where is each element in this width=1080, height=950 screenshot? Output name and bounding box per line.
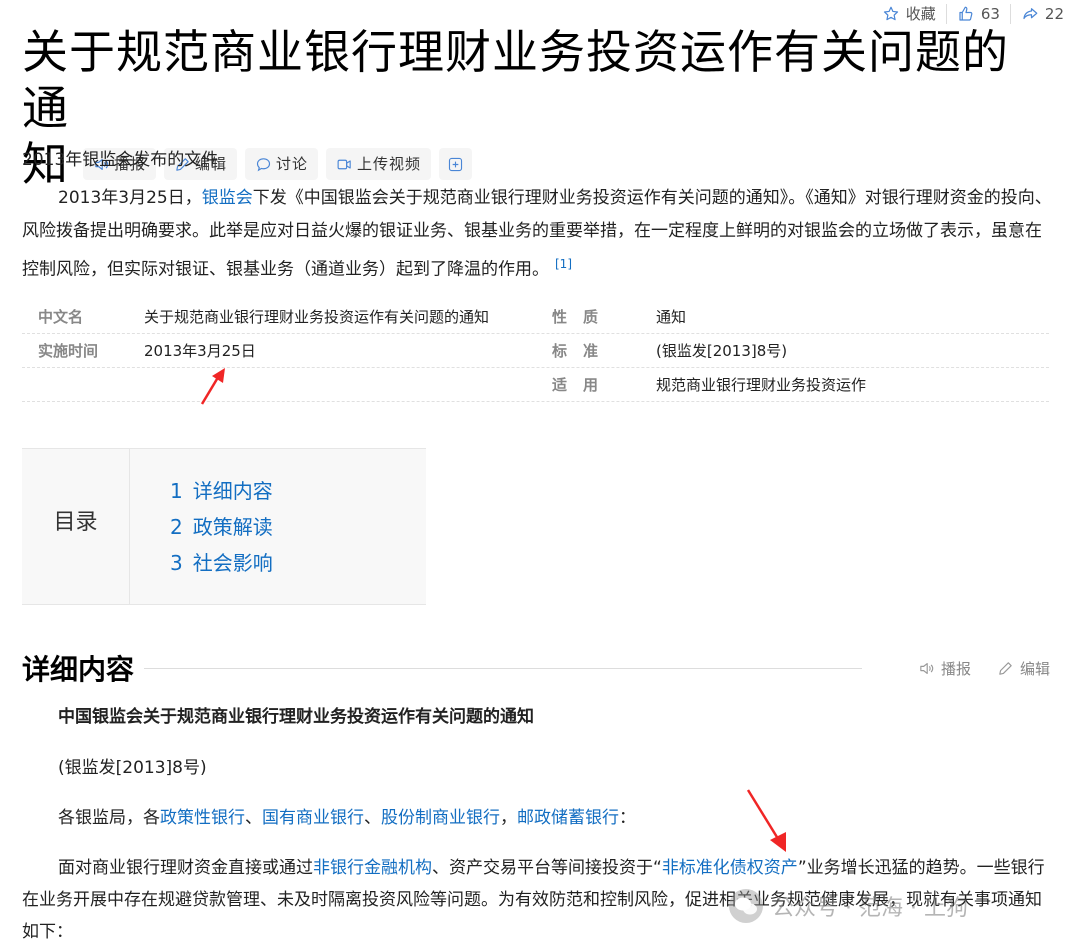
like-button[interactable]: 63 [947, 5, 1010, 23]
link-policy-banks[interactable]: 政策性银行 [160, 808, 245, 828]
summary-text-1: 2013年3月25日， [58, 188, 202, 208]
toc-item-number: 2 [170, 515, 183, 539]
toc-title: 目录 [22, 449, 130, 604]
info-row: 实施时间 2013年3月25日 标准 (银监发[2013]8号) [22, 334, 1049, 368]
top-actions: 收藏 63 22 [872, 3, 1074, 24]
link-cbrc[interactable]: 银监会 [202, 188, 253, 208]
pencil-icon [999, 661, 1012, 675]
video-camera-icon [337, 159, 351, 169]
speaker-icon [920, 662, 934, 674]
info-value: 关于规范商业银行理财业务投资运作有关问题的通知 [144, 308, 490, 326]
summary-paragraph: 2013年3月25日，银监会下发《中国银监会关于规范商业银行理财业务投资运作有关… [22, 182, 1052, 287]
watermark-text: 公众号 · 范海 · 上狗 [772, 896, 968, 921]
link-non-bank-financial-institutions[interactable]: 非银行金融机构 [313, 858, 432, 878]
info-key: 实施时间 [38, 342, 99, 360]
info-key: 中文名 [38, 308, 84, 326]
upload-video-button[interactable]: 上传视频 [326, 148, 432, 180]
page-title-line1: 关于规范商业银行理财业务投资运作有关问题的通 [22, 25, 1009, 135]
thumbs-up-icon [959, 6, 973, 21]
info-value: 规范商业银行理财业务投资运作 [656, 376, 867, 394]
info-table: 中文名 关于规范商业银行理财业务投资运作有关问题的通知 性质 通知 实施时间 2… [22, 300, 1049, 402]
info-row: 中文名 关于规范商业银行理财业务投资运作有关问题的通知 性质 通知 [22, 300, 1049, 334]
link-joint-stock-banks[interactable]: 股份制商业银行 [381, 808, 500, 828]
reference-link[interactable]: [1] [555, 257, 572, 271]
toc-item[interactable]: 2 政策解读 [170, 509, 273, 545]
subtitle: 2013年银监会发布的文件 [22, 150, 219, 170]
toc-item[interactable]: 1 详细内容 [170, 473, 273, 509]
section-title: 详细内容 [22, 653, 135, 686]
share-icon [1023, 7, 1038, 19]
info-key: 性质 [552, 308, 615, 326]
annotation-arrow [200, 368, 225, 405]
separator: ： [619, 808, 636, 828]
info-value: 2013年3月25日 [144, 342, 256, 360]
body-text-2: 、资产交易平台等间接投资于“ [432, 858, 662, 878]
section-edit-label: 编辑 [1019, 659, 1050, 678]
annotation-arrow [746, 789, 786, 852]
link-postal-savings-bank[interactable]: 邮政储蓄银行 [517, 808, 619, 828]
share-button[interactable]: 22 [1011, 5, 1074, 23]
toc-item-label: 详细内容 [192, 479, 273, 503]
table-of-contents: 目录 1 详细内容 2 政策解读 3 社会影响 [22, 448, 426, 605]
favorite-button[interactable]: 收藏 [872, 3, 946, 24]
link-state-owned-banks[interactable]: 国有商业银行 [262, 808, 364, 828]
document-title: 中国银监会关于规范商业银行理财业务投资运作有关问题的通知 [58, 707, 534, 727]
toc-list: 1 详细内容 2 政策解读 3 社会影响 [130, 449, 273, 604]
like-count: 63 [980, 4, 1000, 23]
recipients-paragraph: 各银监局，各政策性银行、国有商业银行、股份制商业银行，邮政储蓄银行： [22, 802, 1052, 834]
recipients-prefix: 各银监局，各 [58, 808, 160, 828]
link-non-standard-debt-assets[interactable]: 非标准化债权资产 [662, 858, 798, 878]
watermark: 公众号 · 范海 · 上狗 [728, 888, 968, 924]
separator: 、 [364, 808, 381, 828]
info-value: (银监发[2013]8号) [656, 342, 788, 360]
section-listen-button[interactable]: 播报 [918, 658, 971, 679]
discuss-button[interactable]: 讨论 [245, 148, 319, 180]
body-text-1: 面对商业银行理财资金直接或通过 [58, 858, 313, 878]
separator: 、 [245, 808, 262, 828]
section-heading: 详细内容 播报 编辑 [22, 648, 1050, 688]
toc-item-label: 政策解读 [192, 515, 273, 539]
toc-item-number: 1 [170, 479, 183, 503]
toc-item-label: 社会影响 [192, 551, 273, 575]
toc-item[interactable]: 3 社会影响 [170, 545, 273, 581]
plus-square-icon [448, 157, 463, 171]
info-value: 通知 [656, 308, 687, 326]
chat-bubble-icon [256, 157, 271, 171]
share-count: 22 [1044, 4, 1064, 23]
wechat-logo-icon [729, 889, 763, 923]
document-number: (银监发[2013]8号) [58, 758, 207, 778]
toc-item-number: 3 [170, 551, 183, 575]
info-key: 适用 [552, 376, 615, 394]
favorite-label: 收藏 [905, 5, 936, 23]
star-icon [883, 6, 898, 20]
separator: ， [500, 808, 517, 828]
section-edit-button[interactable]: 编辑 [997, 658, 1050, 679]
divider [144, 667, 862, 669]
section-listen-label: 播报 [940, 659, 971, 678]
info-key: 标准 [552, 342, 615, 360]
info-row: 适用 规范商业银行理财业务投资运作 [22, 368, 1049, 402]
more-tools-button[interactable] [439, 148, 473, 180]
